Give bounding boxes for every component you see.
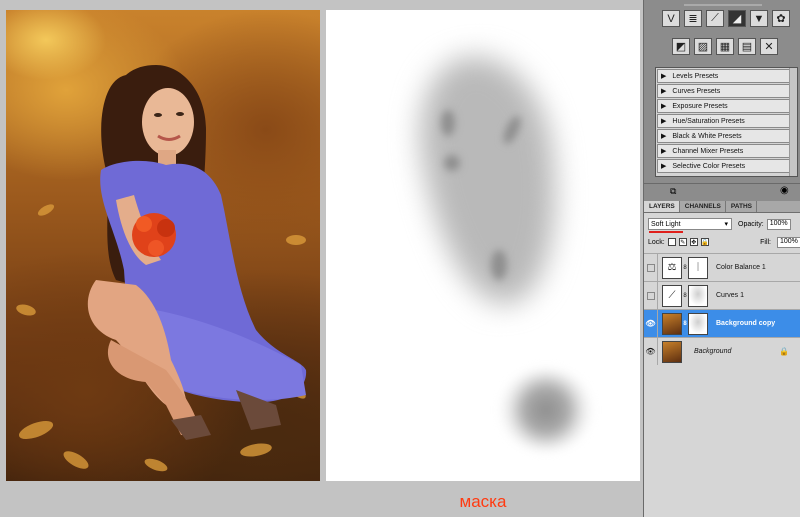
fill-label: Fill: <box>760 238 771 246</box>
layers-panel-tabs: LAYERS CHANNELS PATHS <box>644 201 800 213</box>
lock-row: Lock: ✎ ✥ 🔒 Fill: 100% <box>648 235 800 249</box>
layer-mask-thumbnail[interactable] <box>688 284 708 307</box>
preset-item-hue-saturation[interactable]: ▶ Hue/Saturation Presets <box>657 114 796 128</box>
adjustment-presets-list: ▶ Levels Presets ▶ Curves Presets ▶ Exposur… <box>655 67 798 177</box>
mask-figure-shape <box>409 47 573 313</box>
woman-in-autumn-leaves-image <box>16 65 307 472</box>
mask-spot <box>444 155 460 171</box>
blend-mode-highlight <box>649 231 683 233</box>
preset-label: Exposure Presets <box>672 102 728 110</box>
adjustment-icons-row-2: ◩ ▨ ▦ ▤ ✕ <box>672 38 778 55</box>
preset-label: Levels Presets <box>672 72 719 80</box>
document-work-area: маска <box>0 0 643 517</box>
black-white-icon[interactable]: ◩ <box>672 38 690 55</box>
lock-transparency-icon[interactable] <box>667 238 676 246</box>
curves-adjustment-icon: ⟋ <box>662 284 682 307</box>
lock-all-icon[interactable]: 🔒 <box>700 238 709 246</box>
photo-filter-icon[interactable]: ▨ <box>694 38 712 55</box>
curves-icon[interactable]: ⟋ <box>706 10 724 27</box>
preset-item-curves[interactable]: ▶ Curves Presets <box>657 84 796 98</box>
layer-name: Color Balance 1 <box>716 264 766 271</box>
preset-item-black-white[interactable]: ▶ Black & White Presets <box>657 129 796 143</box>
visibility-toggle-icon[interactable]: ◉ <box>780 185 789 196</box>
preset-label: Black & White Presets <box>672 132 742 140</box>
preset-label: Channel Mixer Presets <box>672 147 744 155</box>
preset-label: Curves Presets <box>672 87 721 95</box>
opacity-input[interactable]: 100% <box>766 218 791 230</box>
selective-color-icon[interactable]: ✕ <box>760 38 778 55</box>
layer-row-background-copy[interactable]: 👁 8 Background copy <box>644 309 800 337</box>
gradient-map-icon[interactable]: ▤ <box>738 38 756 55</box>
layer-thumbnail <box>662 312 682 335</box>
presets-scrollbar[interactable] <box>789 68 797 176</box>
blend-mode-value: Soft Light <box>651 220 681 228</box>
layer-mask-thumbnail[interactable]: ᛁ <box>688 256 708 279</box>
mask-caption: маска <box>459 492 507 511</box>
visibility-toggle[interactable] <box>644 282 658 309</box>
mask-shoe-shape <box>501 370 591 450</box>
channel-mixer-icon[interactable]: ▦ <box>716 38 734 55</box>
preset-label: Hue/Saturation Presets <box>672 117 745 125</box>
layer-row-curves[interactable]: ⟋ 8 Curves 1 <box>644 281 800 309</box>
chevron-down-icon: ▾ <box>724 221 728 228</box>
tab-paths[interactable]: PATHS <box>726 201 757 212</box>
blend-row: Soft Light ▾ Opacity: 100% <box>648 217 800 231</box>
tab-channels[interactable]: CHANNELS <box>680 201 726 212</box>
visibility-toggle[interactable] <box>644 254 658 281</box>
layer-row-color-balance[interactable]: ⚖ 8 ᛁ Color Balance 1 <box>644 253 800 281</box>
layer-thumbnail <box>662 340 682 363</box>
layer-mask-thumbnail[interactable] <box>688 312 708 335</box>
clip-icon[interactable]: ⧉ <box>670 186 676 197</box>
brightness-contrast-icon[interactable]: V <box>662 10 680 27</box>
opacity-label: Opacity: <box>738 220 764 228</box>
right-panel-dock: V ≣ ⟋ ◢ ▼ ✿ ◩ ▨ ▦ ▤ ✕ ▶ Levels Presets ▶ C… <box>643 0 800 517</box>
color-balance-icon[interactable]: ✿ <box>772 10 790 27</box>
lock-pixels-icon[interactable]: ✎ <box>678 238 687 246</box>
blend-mode-select[interactable]: Soft Light ▾ <box>648 218 732 230</box>
preset-item-channel-mixer[interactable]: ▶ Channel Mixer Presets <box>657 144 796 158</box>
panel-grip[interactable] <box>684 4 762 6</box>
preset-item-exposure[interactable]: ▶ Exposure Presets <box>657 99 796 113</box>
fill-input[interactable]: 100% <box>777 236 800 248</box>
color-balance-adjustment-icon: ⚖ <box>662 256 682 279</box>
eye-icon[interactable]: 👁 <box>644 338 658 365</box>
vibrance-icon[interactable]: ▼ <box>750 10 768 27</box>
levels-icon[interactable]: ≣ <box>684 10 702 27</box>
presets-footer: ⧉ ◉ <box>644 183 800 199</box>
photo-canvas[interactable] <box>6 10 320 481</box>
lock-label: Lock: <box>648 238 665 246</box>
layer-name: Background <box>694 348 732 355</box>
layer-name: Curves 1 <box>716 292 745 299</box>
layer-row-background[interactable]: 👁 Background 🔒 <box>644 337 800 365</box>
eye-icon[interactable]: 👁 <box>644 310 658 337</box>
lock-icon: 🔒 <box>779 347 789 356</box>
preset-label: Selective Color Presets <box>672 162 746 170</box>
exposure-icon[interactable]: ◢ <box>728 10 746 27</box>
mask-spot <box>441 110 455 136</box>
preset-item-selective-color[interactable]: ▶ Selective Color Presets <box>657 159 796 173</box>
layer-name: Background copy <box>716 320 776 327</box>
lock-position-icon[interactable]: ✥ <box>689 238 698 246</box>
preset-item-levels[interactable]: ▶ Levels Presets <box>657 69 796 83</box>
layers-panel: Soft Light ▾ Opacity: 100% Lock: ✎ ✥ 🔒 F… <box>644 213 800 517</box>
adjustment-icons-row-1: V ≣ ⟋ ◢ ▼ ✿ <box>662 10 790 27</box>
mask-spot <box>491 250 507 280</box>
layer-mask-preview[interactable] <box>326 10 640 481</box>
tab-layers[interactable]: LAYERS <box>644 201 680 212</box>
